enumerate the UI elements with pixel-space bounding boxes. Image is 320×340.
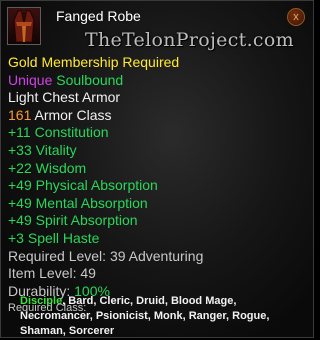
item-flags: Unique Soulbound — [8, 72, 203, 90]
required-level: Required Level: 39 Adventuring — [8, 247, 204, 264]
class-list: , Bard, Cleric, Druid, Blood Mage, — [62, 295, 237, 307]
required-classes: Disciple, Bard, Cleric, Druid, Blood Mag… — [20, 294, 310, 339]
armor-label: Armor Class — [31, 106, 112, 123]
item-details: Gold Membership Required Unique Soulboun… — [8, 54, 203, 315]
stat-line: +11 Constitution — [8, 124, 109, 141]
robe-icon — [7, 7, 41, 45]
stat-line: +49 Spirit Absorption — [8, 212, 138, 229]
stat-line: +3 Spell Haste — [8, 229, 100, 246]
armor-class: 161 Armor Class — [8, 107, 203, 125]
stat-line: +49 Physical Absorption — [8, 177, 158, 194]
armor-slot: Light Chest Armor — [8, 89, 121, 106]
item-level: Item Level: 49 — [8, 265, 96, 282]
soulbound-flag: Soulbound — [56, 71, 124, 88]
unique-flag: Unique — [8, 71, 53, 88]
class-line: Shaman, Sorcerer — [20, 325, 115, 337]
stat-line: +22 Wisdom — [8, 159, 87, 176]
stat-line: +49 Mental Absorption — [8, 194, 148, 211]
class-line: Necromancer, Psionicist, Monk, Ranger, R… — [20, 310, 270, 322]
class-line: Disciple, Bard, Cleric, Druid, Blood Mag… — [20, 294, 310, 309]
class-highlight: Disciple — [20, 295, 63, 307]
armor-value: 161 — [8, 106, 32, 123]
item-name: Fanged Robe — [56, 8, 141, 24]
item-tooltip: Fanged Robe TheTelonProject.com x Gold M… — [0, 0, 314, 338]
stat-line: +33 Vitality — [8, 141, 77, 158]
membership-requirement: Gold Membership Required — [8, 54, 180, 70]
close-button[interactable]: x — [287, 8, 305, 26]
site-watermark: TheTelonProject.com — [85, 29, 294, 51]
